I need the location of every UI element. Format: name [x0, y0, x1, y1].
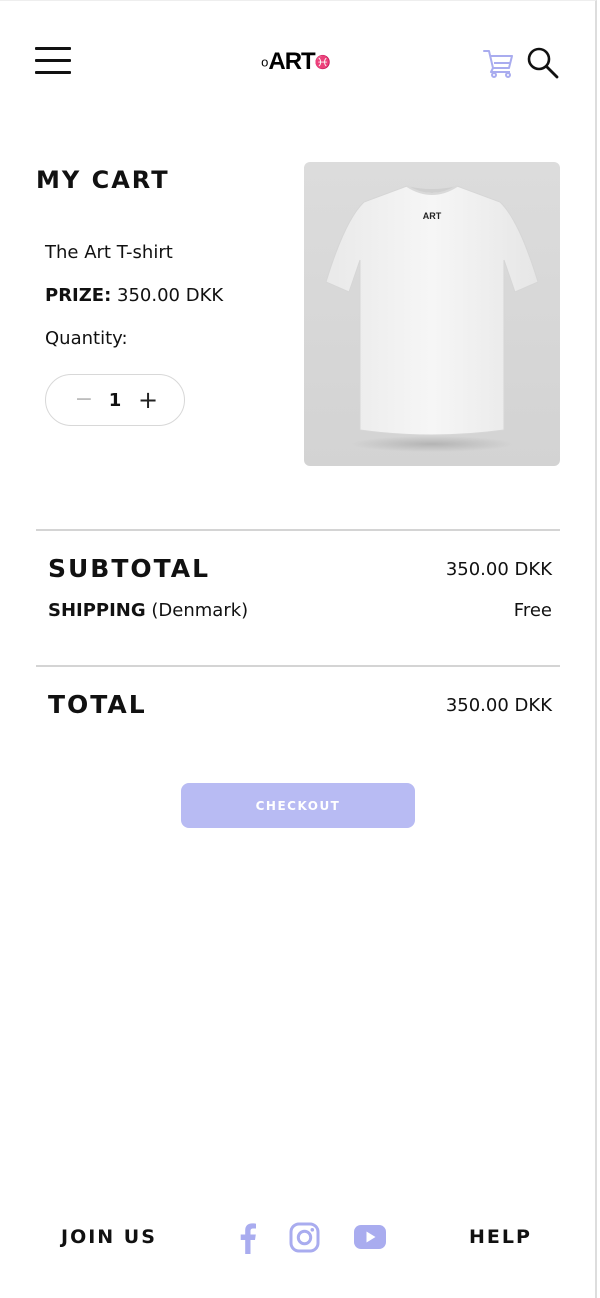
- product-name: The Art T-shirt: [45, 242, 173, 263]
- quantity-label: Quantity:: [45, 328, 128, 349]
- tshirt-logo: ART: [423, 211, 442, 221]
- product-price: PRIZE: 350.00 DKK: [45, 285, 223, 306]
- divider: [36, 665, 560, 667]
- price-label: PRIZE:: [45, 285, 112, 306]
- shopping-cart-icon[interactable]: [481, 46, 515, 80]
- tshirt-image: ART: [325, 185, 539, 452]
- hamburger-menu-icon[interactable]: [35, 47, 71, 75]
- page-title: MY CART: [36, 166, 170, 194]
- youtube-icon[interactable]: [353, 1224, 387, 1250]
- subtotal-value: 350.00 DKK: [445, 559, 552, 580]
- logo-suffix: ♓: [314, 54, 331, 70]
- checkout-button[interactable]: CHECKOUT: [181, 783, 415, 828]
- join-us-link[interactable]: JOIN US: [61, 1226, 157, 1248]
- total-value: 350.00 DKK: [445, 695, 552, 716]
- quantity-value: 1: [108, 390, 122, 411]
- shipping-region: (Denmark): [151, 600, 249, 621]
- product-image: ART: [304, 162, 560, 466]
- search-icon[interactable]: [526, 46, 560, 80]
- quantity-stepper: − 1 +: [45, 374, 185, 426]
- brand-logo[interactable]: οART♓: [246, 46, 346, 78]
- facebook-icon[interactable]: [236, 1222, 258, 1254]
- logo-text: ART: [268, 48, 315, 75]
- shipping-label: SHIPPING (Denmark): [48, 600, 248, 621]
- help-link[interactable]: HELP: [469, 1226, 532, 1248]
- instagram-icon[interactable]: [289, 1222, 320, 1253]
- increment-button[interactable]: +: [136, 387, 160, 413]
- shipping-value: Free: [513, 600, 552, 621]
- total-label: TOTAL: [48, 690, 147, 719]
- decrement-button[interactable]: −: [72, 387, 96, 413]
- divider: [36, 529, 560, 531]
- subtotal-label: SUBTOTAL: [48, 554, 211, 583]
- shipping-label-text: SHIPPING: [48, 600, 146, 621]
- price-value: 350.00 DKK: [117, 285, 224, 306]
